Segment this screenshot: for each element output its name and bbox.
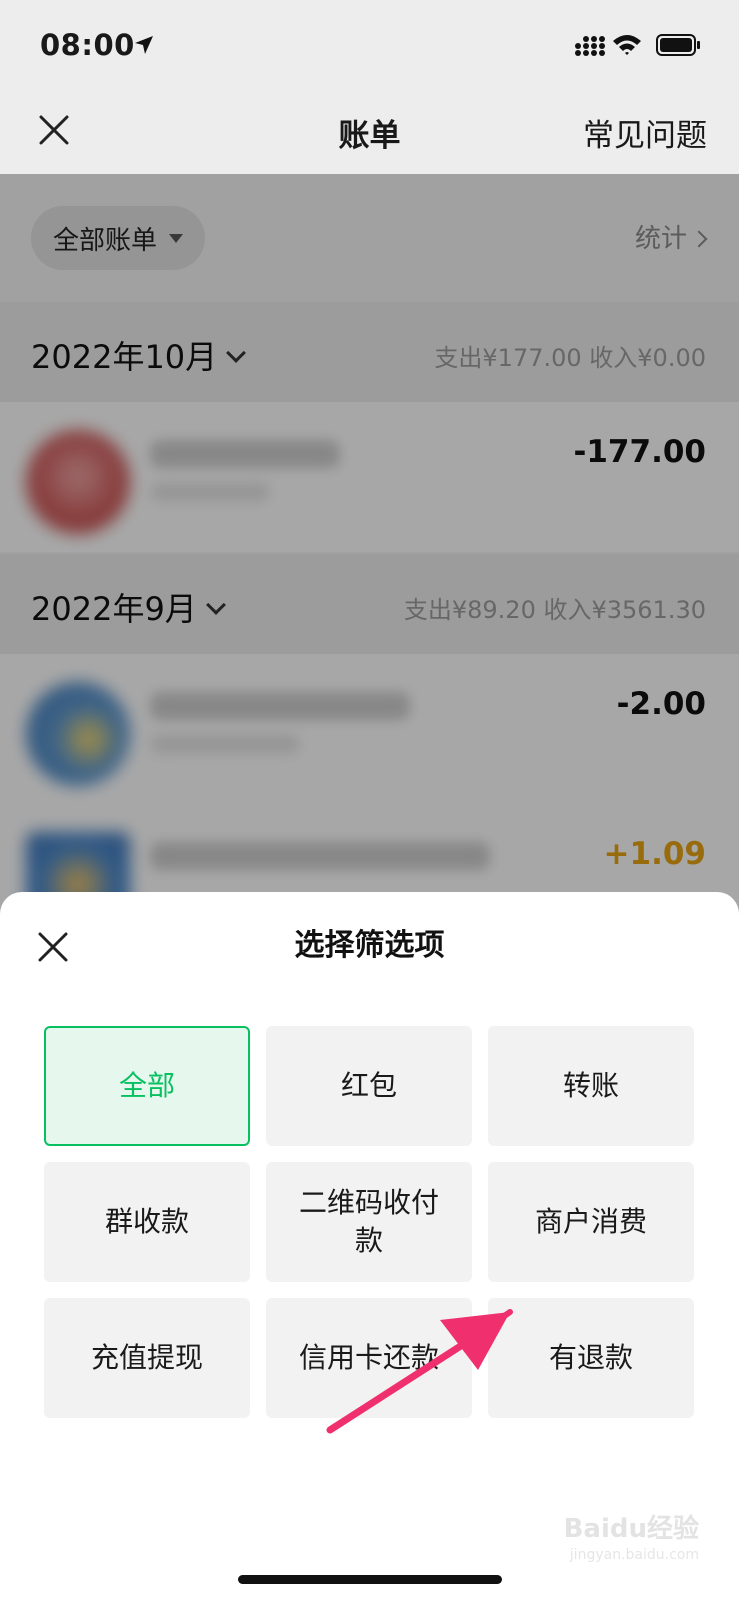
watermark-brand: Baidu经验 bbox=[563, 1514, 699, 1544]
faq-link[interactable]: 常见问题 bbox=[583, 110, 707, 155]
location-arrow-icon bbox=[135, 36, 153, 54]
watermark: Baidu经验 jingyan.baidu.com bbox=[564, 1508, 699, 1563]
filter-option-all[interactable]: 全部 bbox=[44, 1026, 250, 1146]
home-indicator[interactable] bbox=[238, 1575, 502, 1584]
filter-option-group-collection[interactable]: 群收款 bbox=[44, 1162, 250, 1282]
filter-option-qr-payment[interactable]: 二维码收付款 bbox=[266, 1162, 472, 1282]
status-bar: 08:00 bbox=[0, 0, 739, 90]
sheet-title: 选择筛选项 bbox=[294, 928, 445, 963]
filter-option-red-packet[interactable]: 红包 bbox=[266, 1026, 472, 1146]
navbar: 账单 常见问题 bbox=[0, 90, 739, 174]
filter-sheet: 选择筛选项 全部 红包 转账 群收款 二维码收付款 商户消费 充值提现 信用卡还… bbox=[0, 892, 739, 1600]
filter-option-transfer[interactable]: 转账 bbox=[488, 1026, 694, 1146]
watermark-url: jingyan.baidu.com bbox=[569, 1547, 699, 1563]
filter-option-topup-withdraw[interactable]: 充值提现 bbox=[44, 1298, 250, 1418]
filter-option-merchant-purchase[interactable]: 商户消费 bbox=[488, 1162, 694, 1282]
signal-bars-icon bbox=[575, 36, 605, 56]
annotation-arrow-icon bbox=[326, 1309, 513, 1434]
status-time: 08:00 bbox=[40, 28, 135, 62]
battery-icon bbox=[656, 34, 700, 56]
wifi-icon bbox=[613, 35, 641, 55]
